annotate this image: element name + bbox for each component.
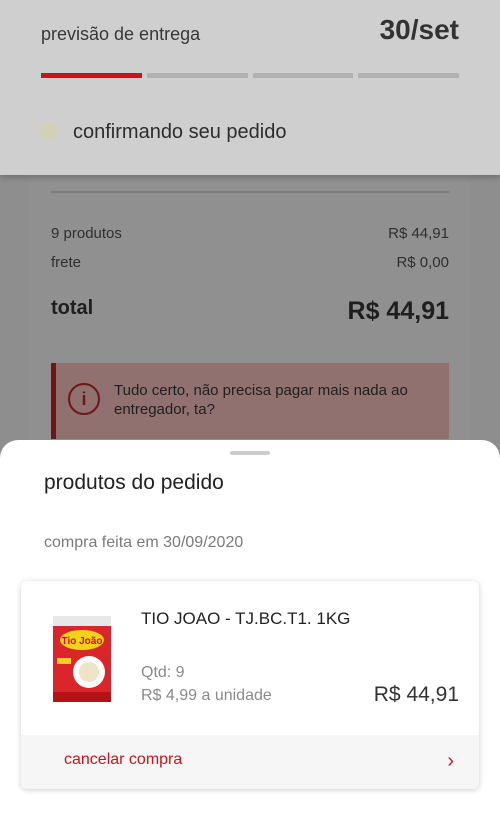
status-text: confirmando seu pedido [73,121,287,143]
products-bottom-sheet: produtos do pedido compra feita em 30/09… [0,440,500,826]
products-row: 9 produtos R$ 44,91 [51,225,449,242]
order-summary-card: 9 produtos R$ 44,91 frete R$ 0,00 total … [29,165,471,485]
status-dot-icon [40,122,58,140]
eta-date: 30/set [379,14,459,45]
sheet-title: produtos do pedido [44,471,224,494]
product-name: TIO JOAO - TJ.BC.T1. 1KG [141,609,351,628]
freight-row: frete R$ 0,00 [51,254,449,271]
cancel-purchase-label: cancelar compra [64,751,183,768]
cancel-purchase-button[interactable]: cancelar compra › [21,735,479,789]
delivery-progress [41,73,459,78]
alert-text: Tudo certo, não precisa pagar mais nada … [114,382,408,418]
freight-value: R$ 0,00 [396,254,449,271]
products-label: 9 produtos [51,225,122,242]
freight-label: frete [51,254,82,271]
progress-step-4 [358,73,459,78]
product-card: Tio João TIO JOAO - TJ.BC.T1. 1KG Qtd: 9… [21,581,479,789]
product-image-brand: Tio João [62,636,103,647]
progress-step-2 [146,73,248,78]
divider [51,191,449,193]
progress-step-3 [252,73,354,78]
product-image: Tio João [53,616,111,702]
info-icon: i [68,383,100,415]
product-total-price: R$ 44,91 [373,683,459,706]
delivery-header: previsão de entrega 30/set confirmando s… [0,0,500,175]
product-unit-price: R$ 4,99 a unidade [141,687,272,704]
product-quantity: Qtd: 9 [141,664,185,681]
sheet-drag-handle[interactable] [230,451,270,455]
payment-alert: i Tudo certo, não precisa pagar mais nad… [51,363,449,439]
total-value: R$ 44,91 [347,297,449,325]
eta-label: previsão de entrega [41,24,201,44]
progress-step-1 [41,73,142,78]
purchase-date: compra feita em 30/09/2020 [44,534,244,551]
chevron-right-icon: › [447,750,454,772]
total-label: total [51,297,94,319]
products-value: R$ 44,91 [388,225,449,242]
total-row: total R$ 44,91 [51,297,449,326]
